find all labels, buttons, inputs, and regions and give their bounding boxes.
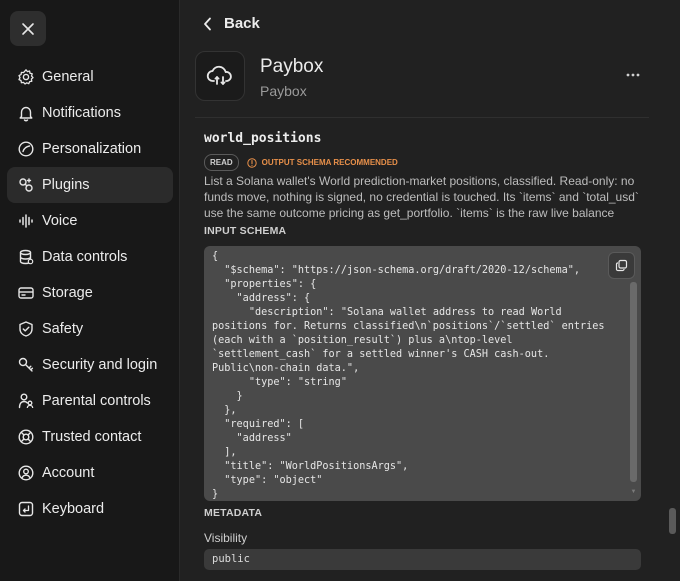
read-badge: READ — [204, 154, 239, 171]
app-subtitle: Paybox — [260, 83, 307, 99]
sidebar-item-notifications[interactable]: Notifications — [7, 95, 173, 131]
schema-scrollbar[interactable]: ▼ — [630, 282, 637, 496]
tool-name: world_positions — [204, 131, 322, 146]
waveform-icon — [17, 212, 35, 230]
parent-icon — [17, 392, 35, 410]
settings-nav: General Notifications Personalization Pl… — [7, 59, 173, 527]
metadata-heading: METADATA — [204, 507, 263, 519]
sidebar-item-label: Parental controls — [42, 393, 151, 409]
schema-scrollbar-thumb[interactable] — [630, 282, 637, 482]
sidebar-item-label: Security and login — [42, 357, 158, 373]
close-icon — [22, 22, 34, 35]
sidebar-item-label: Voice — [42, 213, 78, 229]
input-schema-heading: INPUT SCHEMA — [204, 225, 287, 237]
sidebar-item-trusted-contact[interactable]: Trusted contact — [7, 419, 173, 455]
back-button[interactable]: Back — [203, 15, 260, 32]
sidebar-item-label: Data controls — [42, 249, 128, 265]
copy-icon — [615, 259, 628, 272]
palette-icon — [17, 140, 35, 158]
sidebar-item-plugins[interactable]: Plugins — [7, 167, 173, 203]
sidebar-item-label: General — [42, 69, 94, 85]
shield-icon — [17, 320, 35, 338]
sidebar-item-data-controls[interactable]: Data controls — [7, 239, 173, 275]
sidebar-item-storage[interactable]: Storage — [7, 275, 173, 311]
sidebar-item-account[interactable]: Account — [7, 455, 173, 491]
app-name: Paybox — [260, 56, 324, 77]
sidebar-item-label: Plugins — [42, 177, 90, 193]
close-button[interactable] — [10, 11, 46, 46]
chevron-left-icon — [204, 17, 211, 30]
sidebar-item-security-and-login[interactable]: Security and login — [7, 347, 173, 383]
plugin-detail-panel: Back Paybox Paybox world_positions READ … — [181, 0, 680, 581]
sidebar-item-personalization[interactable]: Personalization — [7, 131, 173, 167]
settings-sidebar: General Notifications Personalization Pl… — [0, 0, 180, 581]
sidebar-item-label: Account — [42, 465, 95, 481]
back-label: Back — [224, 15, 260, 32]
more-icon — [626, 73, 640, 77]
database-icon — [17, 248, 35, 266]
visibility-label: Visibility — [204, 531, 248, 545]
sidebar-item-label: Trusted contact — [42, 429, 142, 445]
more-options-button[interactable] — [624, 64, 642, 86]
input-schema-code-block[interactable]: { "$schema": "https://json-schema.org/dr… — [204, 246, 641, 501]
page-scrollbar-thumb[interactable] — [669, 508, 676, 534]
info-icon — [246, 157, 257, 168]
app-logo — [195, 51, 245, 101]
input-schema-code: { "$schema": "https://json-schema.org/dr… — [212, 251, 605, 500]
keyboard-icon — [17, 500, 35, 518]
sidebar-item-label: Keyboard — [42, 501, 105, 517]
divider — [195, 117, 649, 118]
warning-badge-label: OUTPUT SCHEMA RECOMMENDED — [261, 158, 398, 167]
sidebar-item-voice[interactable]: Voice — [7, 203, 173, 239]
sidebar-item-label: Personalization — [42, 141, 142, 157]
lifebuoy-icon — [17, 428, 35, 446]
sidebar-item-parental-controls[interactable]: Parental controls — [7, 383, 173, 419]
tool-badges: READ OUTPUT SCHEMA RECOMMENDED — [204, 154, 398, 171]
sidebar-item-keyboard[interactable]: Keyboard — [7, 491, 173, 527]
tool-description: List a Solana wallet's World prediction-… — [204, 174, 639, 220]
copy-button[interactable] — [608, 252, 635, 279]
visibility-value: public — [204, 549, 641, 570]
gear-icon — [17, 68, 35, 86]
sidebar-item-safety[interactable]: Safety — [7, 311, 173, 347]
storage-icon — [17, 284, 35, 302]
key-icon — [17, 356, 35, 374]
bell-icon — [17, 104, 35, 122]
sidebar-item-label: Storage — [42, 285, 93, 301]
sidebar-item-label: Safety — [42, 321, 84, 337]
account-icon — [17, 464, 35, 482]
sidebar-item-label: Notifications — [42, 105, 121, 121]
plugins-icon — [17, 176, 35, 194]
scroll-down-arrow-icon[interactable]: ▼ — [630, 488, 637, 496]
warning-badge: OUTPUT SCHEMA RECOMMENDED — [246, 157, 398, 168]
sidebar-item-general[interactable]: General — [7, 59, 173, 95]
cloud-sync-icon — [206, 65, 232, 85]
